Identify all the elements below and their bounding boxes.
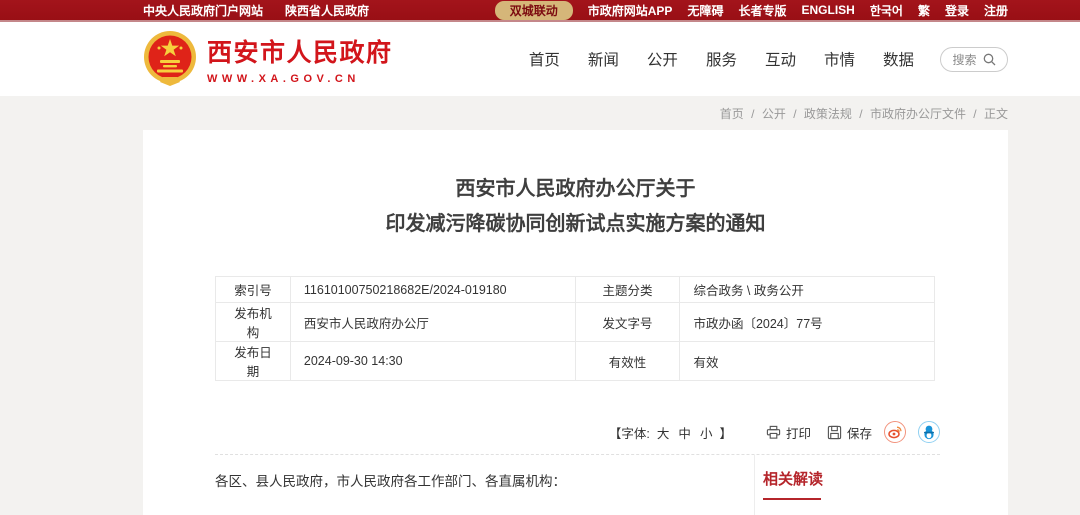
table-row: 发布机构 西安市人民政府办公厅 发文字号 市政办函〔2024〕77号: [216, 303, 935, 342]
site-name: 西安市人民政府: [207, 33, 393, 69]
weibo-icon: [887, 424, 903, 440]
print-label: 打印: [786, 423, 811, 442]
breadcrumb-row: 首页 / 公开 / 政策法规 / 市政府办公厅文件 / 正文: [0, 96, 1080, 122]
nav-item-news[interactable]: 新闻: [588, 48, 619, 70]
save-label: 保存: [847, 423, 872, 442]
link-central-gov[interactable]: 中央人民政府门户网站: [143, 2, 263, 19]
nav-item-data[interactable]: 数据: [883, 48, 914, 70]
related-reading-title: 相关解读: [763, 468, 1008, 489]
link-shaanxi-gov[interactable]: 陕西省人民政府: [285, 2, 369, 19]
font-size-medium-button[interactable]: 中: [678, 423, 691, 442]
nav-item-home[interactable]: 首页: [529, 48, 560, 70]
title-line-2: 印发减污降碳协同创新试点实施方案的通知: [143, 207, 1008, 242]
share-weibo-button[interactable]: [884, 421, 906, 443]
meta-value-pub-date: 2024-09-30 14:30: [290, 342, 575, 381]
logo-text: 西安市人民政府 WWW.XA.GOV.CN: [207, 33, 393, 85]
breadcrumb-disclosure[interactable]: 公开: [762, 107, 786, 121]
article-body-row: 各区、县人民政府，市人民政府各工作部门、各直属机构： 《西安市减污降碳协同创新试…: [215, 455, 1008, 515]
save-icon: [827, 425, 842, 440]
page-title: 西安市人民政府办公厅关于 印发减污降碳协同创新试点实施方案的通知: [143, 130, 1008, 242]
meta-label-doc-number: 发文字号: [575, 303, 680, 342]
breadcrumb-separator: /: [793, 107, 796, 121]
breadcrumb: 首页 / 公开 / 政策法规 / 市政府办公厅文件 / 正文: [143, 105, 1008, 122]
table-row: 索引号 11610100750218682E/2024-019180 主题分类 …: [216, 277, 935, 303]
link-accessibility[interactable]: 无障碍: [687, 2, 723, 19]
link-english[interactable]: ENGLISH: [801, 3, 854, 17]
search-icon: [983, 53, 996, 66]
font-size-prefix: 【字体:: [609, 423, 650, 442]
nav-item-city-info[interactable]: 市情: [824, 48, 855, 70]
paragraph-salutation: 各区、县人民政府，市人民政府各工作部门、各直属机构：: [215, 471, 754, 493]
link-gov-app[interactable]: 市政府网站APP: [588, 2, 673, 19]
breadcrumb-current: 正文: [984, 107, 1008, 121]
meta-value-category: 综合政务 \ 政务公开: [680, 277, 935, 303]
site-logo[interactable]: 西安市人民政府 WWW.XA.GOV.CN: [143, 30, 393, 88]
document-meta-table: 索引号 11610100750218682E/2024-019180 主题分类 …: [215, 276, 935, 381]
nav-item-disclosure[interactable]: 公开: [647, 48, 678, 70]
article-card: 西安市人民政府办公厅关于 印发减污降碳协同创新试点实施方案的通知 索引号 116…: [143, 130, 1008, 515]
meta-value-doc-number: 市政办函〔2024〕77号: [680, 303, 935, 342]
topbar-left-links: 中央人民政府门户网站 陕西省人民政府: [143, 2, 369, 19]
top-utility-bar: 中央人民政府门户网站 陕西省人民政府 双城联动 市政府网站APP 无障碍 长者专…: [0, 0, 1080, 22]
main-nav: 首页 新闻 公开 服务 互动 市情 数据: [529, 48, 914, 70]
print-button[interactable]: 打印: [766, 423, 811, 442]
link-elder-version[interactable]: 长者专版: [738, 2, 786, 19]
breadcrumb-policy[interactable]: 政策法规: [804, 107, 852, 121]
font-size-suffix: 】: [719, 423, 732, 442]
meta-value-validity: 有效: [680, 342, 935, 381]
dual-city-pill-button[interactable]: 双城联动: [495, 1, 573, 20]
related-sidebar: 相关解读 2026年建成新能源汽车应用示范标杆城市: [755, 455, 1008, 515]
font-size-large-button[interactable]: 大: [657, 423, 670, 442]
share-qq-button[interactable]: [918, 421, 940, 443]
site-header: 西安市人民政府 WWW.XA.GOV.CN 首页 新闻 公开 服务 互动 市情 …: [0, 22, 1080, 96]
breadcrumb-separator: /: [859, 107, 862, 121]
site-url: WWW.XA.GOV.CN: [207, 73, 393, 85]
title-underline: [763, 498, 821, 500]
link-traditional-chinese[interactable]: 繁: [918, 2, 930, 19]
meta-label-pub-date: 发布日期: [216, 342, 291, 381]
register-link[interactable]: 注册: [984, 2, 1008, 19]
meta-label-index: 索引号: [216, 277, 291, 303]
meta-label-validity: 有效性: [575, 342, 680, 381]
font-size-control: 【字体: 大 中 小 】: [609, 423, 732, 442]
nav-item-interaction[interactable]: 互动: [765, 48, 796, 70]
meta-label-category: 主题分类: [575, 277, 680, 303]
topbar-right-links: 双城联动 市政府网站APP 无障碍 长者专版 ENGLISH 한국어 繁 登录 …: [495, 1, 1008, 20]
nav-item-services[interactable]: 服务: [706, 48, 737, 70]
save-button[interactable]: 保存: [827, 423, 872, 442]
login-link[interactable]: 登录: [945, 2, 969, 19]
article-main-column: 各区、县人民政府，市人民政府各工作部门、各直属机构： 《西安市减污降碳协同创新试…: [215, 455, 755, 515]
meta-value-issuer: 西安市人民政府办公厅: [290, 303, 575, 342]
meta-value-index: 11610100750218682E/2024-019180: [290, 277, 575, 303]
search-button[interactable]: 搜索: [940, 47, 1008, 72]
link-korean[interactable]: 한국어: [870, 2, 903, 19]
breadcrumb-home[interactable]: 首页: [720, 107, 744, 121]
national-emblem-icon: [143, 30, 197, 88]
search-label: 搜索: [952, 51, 976, 68]
printer-icon: [766, 425, 781, 440]
qq-icon: [921, 424, 937, 440]
article-toolbar: 【字体: 大 中 小 】 打印: [215, 421, 940, 455]
title-line-1: 西安市人民政府办公厅关于: [143, 172, 1008, 207]
breadcrumb-office-docs[interactable]: 市政府办公厅文件: [870, 107, 966, 121]
font-size-small-button[interactable]: 小: [700, 423, 713, 442]
meta-label-issuer: 发布机构: [216, 303, 291, 342]
breadcrumb-separator: /: [751, 107, 754, 121]
table-row: 发布日期 2024-09-30 14:30 有效性 有效: [216, 342, 935, 381]
breadcrumb-separator: /: [973, 107, 976, 121]
